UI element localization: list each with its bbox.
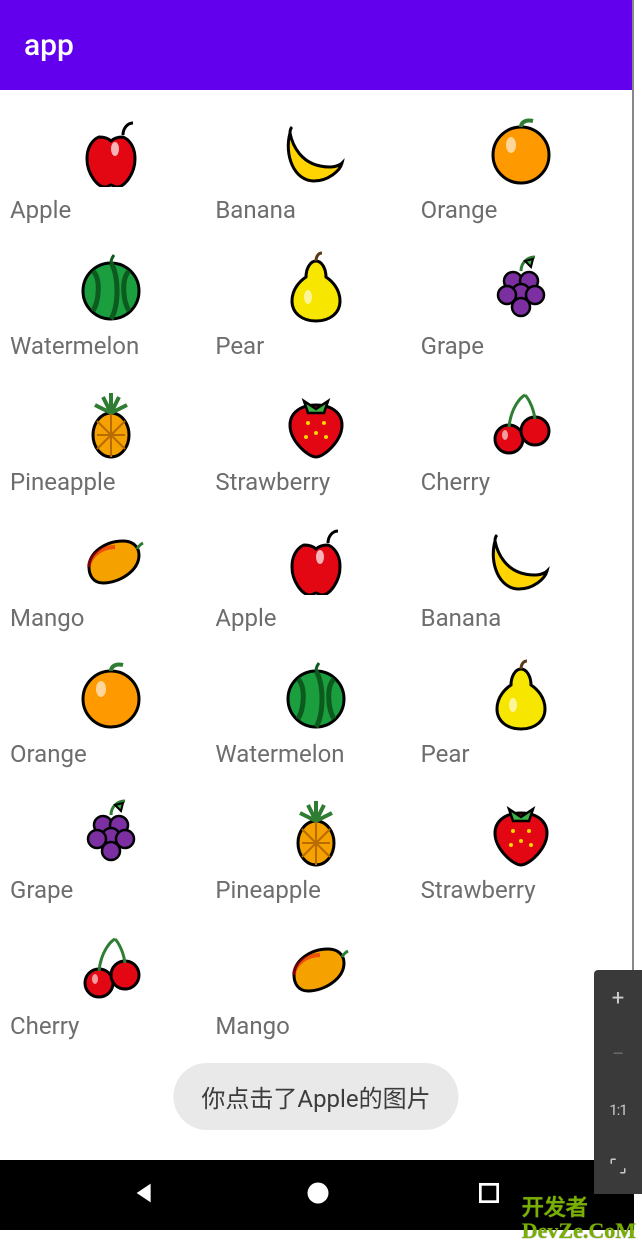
banana-icon[interactable] bbox=[419, 514, 624, 604]
cherry-icon[interactable] bbox=[419, 378, 624, 468]
grid-item-label: Pear bbox=[213, 332, 418, 360]
grid-item[interactable]: Grape bbox=[419, 234, 624, 370]
app-bar: app bbox=[0, 0, 632, 90]
app-title: app bbox=[24, 28, 74, 63]
grid-item-label: Strawberry bbox=[213, 468, 418, 496]
grid-item[interactable]: Cherry bbox=[419, 370, 624, 506]
orange-icon[interactable] bbox=[419, 106, 624, 196]
grid-item[interactable]: Pear bbox=[213, 234, 418, 370]
grid-item-label: Watermelon bbox=[213, 740, 418, 768]
grid-item-label: Mango bbox=[8, 604, 213, 632]
home-icon[interactable] bbox=[304, 1179, 332, 1211]
grid-item-label: Cherry bbox=[8, 1012, 213, 1040]
zoom-out-button[interactable]: − bbox=[594, 1026, 642, 1082]
grid-item[interactable]: Strawberry bbox=[419, 778, 624, 914]
back-icon[interactable] bbox=[132, 1179, 160, 1211]
pear-icon[interactable] bbox=[213, 242, 418, 332]
zoom-in-button[interactable]: + bbox=[594, 970, 642, 1026]
strawberry-icon[interactable] bbox=[419, 786, 624, 876]
grid-item[interactable]: Cherry bbox=[8, 914, 213, 1050]
grape-icon[interactable] bbox=[8, 786, 213, 876]
grid-item[interactable]: Orange bbox=[8, 642, 213, 778]
grid-item-label: Grape bbox=[419, 332, 624, 360]
grid-item-label: Cherry bbox=[419, 468, 624, 496]
pear-icon[interactable] bbox=[419, 650, 624, 740]
toast: 你点击了Apple的图片 bbox=[173, 1063, 458, 1130]
zoom-actual-button[interactable]: 1:1 bbox=[594, 1082, 642, 1138]
mango-icon[interactable] bbox=[8, 514, 213, 604]
grid-item[interactable]: Mango bbox=[213, 914, 418, 1050]
strawberry-icon[interactable] bbox=[213, 378, 418, 468]
watermark: 开发者 DevZe.CoM bbox=[522, 1196, 636, 1242]
grid-item-label: Strawberry bbox=[419, 876, 624, 904]
grid-item[interactable]: Mango bbox=[8, 506, 213, 642]
grid-item-label: Grape bbox=[8, 876, 213, 904]
grid-item-label: Pineapple bbox=[213, 876, 418, 904]
watermelon-icon[interactable] bbox=[8, 242, 213, 332]
grid-item[interactable]: Orange bbox=[419, 98, 624, 234]
grid-item-label: Apple bbox=[8, 196, 213, 224]
apple-icon[interactable] bbox=[213, 514, 418, 604]
mango-icon[interactable] bbox=[213, 922, 418, 1012]
grid-item-label: Apple bbox=[213, 604, 418, 632]
grid-item-label: Pineapple bbox=[8, 468, 213, 496]
pineapple-icon[interactable] bbox=[213, 786, 418, 876]
watermark-line2: DevZe.CoM bbox=[522, 1219, 636, 1242]
grape-icon[interactable] bbox=[419, 242, 624, 332]
grid-item[interactable]: Strawberry bbox=[213, 370, 418, 506]
grid-item[interactable]: Banana bbox=[213, 98, 418, 234]
grid-item[interactable]: Pineapple bbox=[8, 370, 213, 506]
grid-item[interactable]: Apple bbox=[213, 506, 418, 642]
grid-item[interactable]: Banana bbox=[419, 506, 624, 642]
grid-item-label: Pear bbox=[419, 740, 624, 768]
grid-item[interactable]: Apple bbox=[8, 98, 213, 234]
watermark-line1: 开发者 bbox=[522, 1196, 636, 1219]
emulator-side-panel: + − 1:1 bbox=[594, 970, 642, 1194]
pineapple-icon[interactable] bbox=[8, 378, 213, 468]
toast-text: 你点击了Apple的图片 bbox=[201, 1085, 430, 1113]
grid-item[interactable]: Watermelon bbox=[213, 642, 418, 778]
fruit-grid: AppleBananaOrangeWatermelonPearGrapePine… bbox=[0, 90, 632, 1058]
grid-item[interactable]: Watermelon bbox=[8, 234, 213, 370]
recent-icon[interactable] bbox=[476, 1180, 502, 1210]
banana-icon[interactable] bbox=[213, 106, 418, 196]
grid-item-label: Mango bbox=[213, 1012, 418, 1040]
apple-icon[interactable] bbox=[8, 106, 213, 196]
watermelon-icon[interactable] bbox=[213, 650, 418, 740]
grid-item[interactable]: Pear bbox=[419, 642, 624, 778]
grid-item-label: Orange bbox=[419, 196, 624, 224]
grid-item[interactable]: Grape bbox=[8, 778, 213, 914]
grid-item-label: Banana bbox=[213, 196, 418, 224]
grid-item[interactable]: Pineapple bbox=[213, 778, 418, 914]
grid-item-label: Orange bbox=[8, 740, 213, 768]
cherry-icon[interactable] bbox=[8, 922, 213, 1012]
grid-item-label: Watermelon bbox=[8, 332, 213, 360]
grid-item-label: Banana bbox=[419, 604, 624, 632]
orange-icon[interactable] bbox=[8, 650, 213, 740]
fullscreen-icon[interactable] bbox=[594, 1138, 642, 1194]
